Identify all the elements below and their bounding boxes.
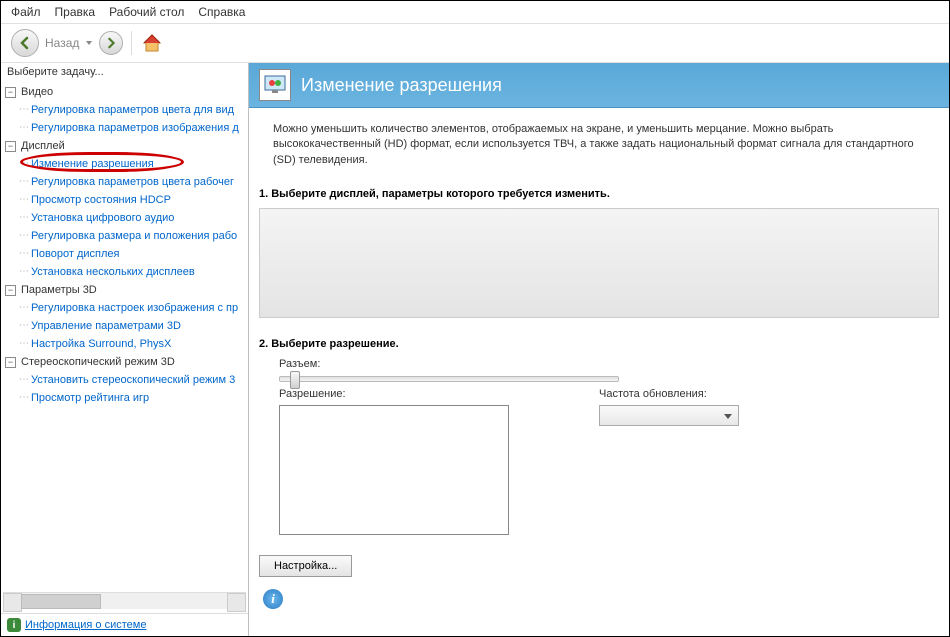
menu-file[interactable]: Файл bbox=[11, 5, 41, 19]
menu-edit[interactable]: Правка bbox=[55, 5, 96, 19]
tree-item[interactable]: ⋯Регулировка настроек изображения с пр bbox=[15, 299, 248, 317]
tree-node-stereo[interactable]: − Стереоскопический режим 3D bbox=[1, 353, 248, 371]
toolbar: Назад bbox=[1, 24, 949, 63]
system-info-link[interactable]: i Информация о системе bbox=[1, 613, 248, 636]
tree-item[interactable]: ⋯Настройка Surround, PhysX bbox=[15, 335, 248, 353]
connector-label: Разъем: bbox=[279, 358, 919, 370]
resolution-listbox[interactable] bbox=[279, 405, 509, 535]
resolution-label: Разрешение: bbox=[279, 388, 509, 400]
sidebar: Выберите задачу... − Видео ⋯Регулировка … bbox=[1, 63, 249, 636]
tree-item[interactable]: ⋯Регулировка размера и положения рабо bbox=[15, 227, 248, 245]
back-label: Назад bbox=[45, 36, 79, 50]
highlight-annotation bbox=[20, 152, 184, 172]
tree-item[interactable]: ⋯Регулировка параметров цвета для вид bbox=[15, 101, 248, 119]
tree-item[interactable]: ⋯Регулировка параметров изображения д bbox=[15, 119, 248, 137]
menu-help[interactable]: Справка bbox=[198, 5, 245, 19]
tree-item[interactable]: ⋯Установить стереоскопический режим 3 bbox=[15, 371, 248, 389]
info-icon: i bbox=[7, 618, 21, 632]
tree-item[interactable]: ⋯Установка нескольких дисплеев bbox=[15, 263, 248, 281]
tree-node-video[interactable]: − Видео bbox=[1, 83, 248, 101]
customize-button[interactable]: Настройка... bbox=[259, 555, 352, 577]
tree-item[interactable]: ⋯Управление параметрами 3D bbox=[15, 317, 248, 335]
main-panel: Изменение разрешения Можно уменьшить кол… bbox=[249, 63, 949, 636]
horizontal-scrollbar[interactable] bbox=[3, 592, 246, 609]
tree-item[interactable]: ⋯Просмотр состояния HDCP bbox=[15, 191, 248, 209]
tree-node-3d[interactable]: − Параметры 3D bbox=[1, 281, 248, 299]
tree-item[interactable]: ⋯Установка цифрового аудио bbox=[15, 209, 248, 227]
tree-node-display[interactable]: − Дисплей bbox=[1, 137, 248, 155]
connector-slider[interactable] bbox=[279, 376, 619, 382]
collapse-icon[interactable]: − bbox=[5, 357, 16, 368]
resolution-icon bbox=[259, 69, 291, 101]
collapse-icon[interactable]: − bbox=[5, 141, 16, 152]
slider-thumb[interactable] bbox=[290, 371, 300, 389]
dropdown-icon[interactable] bbox=[85, 39, 93, 47]
home-button[interactable] bbox=[140, 31, 164, 55]
refresh-label: Частота обновления: bbox=[599, 388, 739, 400]
tree-item[interactable]: ⋯Регулировка параметров цвета рабочег bbox=[15, 173, 248, 191]
task-tree: − Видео ⋯Регулировка параметров цвета дл… bbox=[1, 81, 248, 592]
menubar: Файл Правка Рабочий стол Справка bbox=[1, 1, 949, 24]
page-title: Изменение разрешения bbox=[301, 75, 502, 96]
sidebar-title: Выберите задачу... bbox=[1, 63, 248, 81]
info-icon: i bbox=[263, 589, 283, 609]
page-header: Изменение разрешения bbox=[249, 63, 949, 108]
refresh-rate-combo[interactable] bbox=[599, 405, 739, 426]
collapse-icon[interactable]: − bbox=[5, 285, 16, 296]
step2-heading: 2. Выберите разрешение. bbox=[259, 334, 939, 354]
tree-item[interactable]: ⋯Поворот дисплея bbox=[15, 245, 248, 263]
step1-heading: 1. Выберите дисплей, параметры которого … bbox=[259, 184, 939, 204]
back-button[interactable] bbox=[11, 29, 39, 57]
forward-button[interactable] bbox=[99, 31, 123, 55]
tree-item-change-resolution[interactable]: ⋯ Изменение разрешения bbox=[15, 155, 248, 173]
menu-desktop[interactable]: Рабочий стол bbox=[109, 5, 184, 19]
collapse-icon[interactable]: − bbox=[5, 87, 16, 98]
page-description: Можно уменьшить количество элементов, от… bbox=[249, 108, 949, 178]
display-selector-area[interactable] bbox=[259, 208, 939, 318]
tree-item[interactable]: ⋯Просмотр рейтинга игр bbox=[15, 389, 248, 407]
